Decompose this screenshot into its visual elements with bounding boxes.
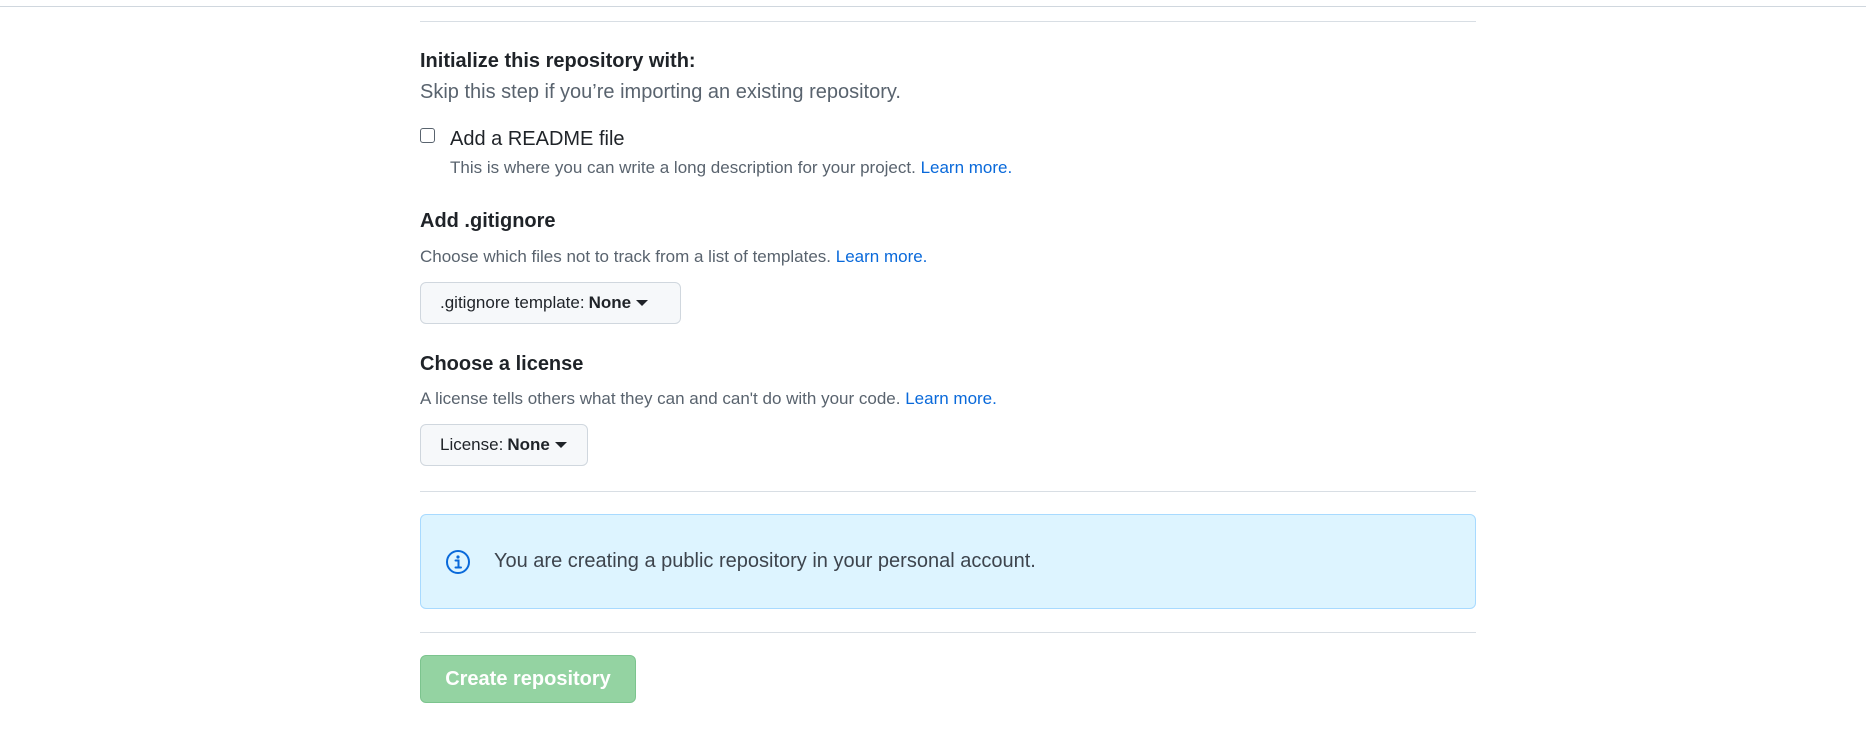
caret-down-icon (636, 300, 649, 306)
license-learn-more-link[interactable]: Learn more. (905, 389, 997, 408)
gitignore-description-text: Choose which files not to track from a l… (420, 247, 832, 266)
create-repository-button[interactable]: Create repository (420, 655, 636, 703)
license-description: A license tells others what they can and… (420, 389, 997, 409)
top-divider (0, 6, 1866, 7)
gitignore-learn-more-link[interactable]: Learn more. (836, 247, 928, 266)
readme-description-text: This is where you can write a long descr… (450, 158, 916, 177)
initialize-subtitle: Skip this step if you’re importing an ex… (420, 81, 901, 103)
info-icon (446, 549, 470, 574)
section-divider (420, 491, 1476, 492)
caret-down-icon (554, 442, 567, 448)
readme-description: This is where you can write a long descr… (450, 158, 1012, 178)
section-divider (420, 21, 1476, 22)
license-description-text: A license tells others what they can and… (420, 389, 901, 408)
gitignore-dropdown-value: None (588, 293, 632, 312)
license-dropdown-value: None (507, 435, 550, 454)
license-dropdown[interactable]: License: None (420, 424, 588, 466)
notice-text: You are creating a public repository in … (494, 550, 1036, 572)
license-heading: Choose a license (420, 353, 584, 375)
gitignore-template-dropdown[interactable]: .gitignore template: None (420, 282, 681, 324)
readme-learn-more-link[interactable]: Learn more. (921, 158, 1013, 177)
gitignore-heading: Add .gitignore (420, 210, 556, 232)
license-dropdown-label: License: (440, 435, 504, 454)
readme-checkbox-label[interactable]: Add a README file (450, 128, 625, 151)
public-repository-notice: You are creating a public repository in … (420, 514, 1476, 609)
gitignore-description: Choose which files not to track from a l… (420, 247, 927, 267)
gitignore-dropdown-label: .gitignore template: (440, 293, 585, 312)
readme-checkbox-row[interactable] (420, 128, 435, 143)
initialize-heading: Initialize this repository with: (420, 50, 696, 72)
readme-checkbox[interactable] (420, 128, 435, 143)
section-divider (420, 632, 1476, 633)
